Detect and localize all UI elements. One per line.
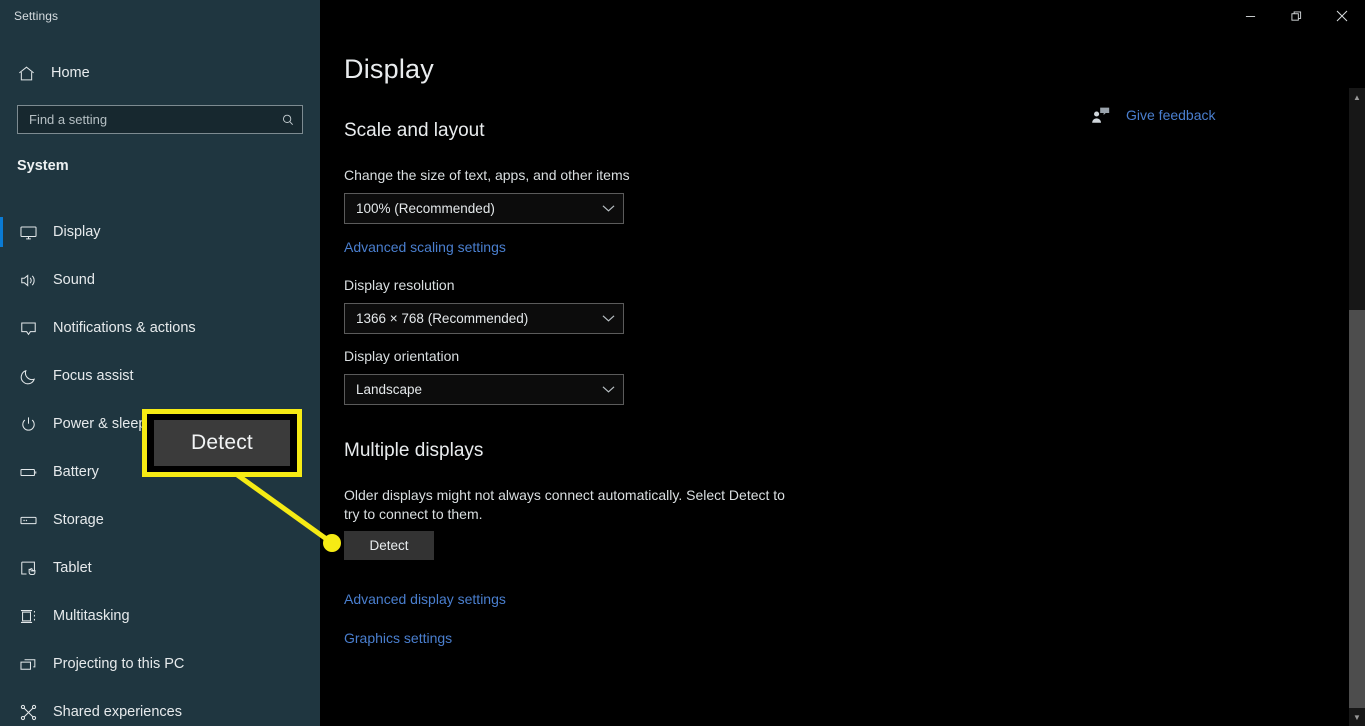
orientation-label: Display orientation xyxy=(344,348,460,364)
battery-icon xyxy=(17,461,39,483)
storage-icon xyxy=(17,509,39,531)
search-input[interactable] xyxy=(18,112,274,127)
callout-inner-button: Detect xyxy=(154,420,290,466)
sidebar-item-focus-assist-label: Focus assist xyxy=(53,368,134,384)
page-title: Display xyxy=(344,54,434,84)
vertical-scrollbar[interactable]: ▲ ▼ xyxy=(1349,88,1365,726)
sidebar-item-shared-experiences-label: Shared experiences xyxy=(53,704,182,720)
multiple-displays-heading: Multiple displays xyxy=(344,440,484,461)
sidebar-item-sound-label: Sound xyxy=(53,272,95,288)
orientation-dropdown-value: Landscape xyxy=(356,382,423,397)
sidebar-item-notifications[interactable]: Notifications & actions xyxy=(0,304,320,352)
sidebar-item-storage-label: Storage xyxy=(53,512,104,528)
sidebar-item-multitasking-label: Multitasking xyxy=(53,608,130,624)
multiple-displays-description: Older displays might not always connect … xyxy=(344,487,785,522)
resolution-dropdown[interactable]: 1366 × 768 (Recommended) xyxy=(344,303,624,334)
notification-icon xyxy=(17,317,39,339)
give-feedback-link[interactable]: Give feedback xyxy=(1090,104,1216,126)
settings-window: Settings Home System xyxy=(0,0,1365,726)
orientation-dropdown[interactable]: Landscape xyxy=(344,374,624,405)
scale-and-layout-heading: Scale and layout xyxy=(344,120,485,141)
give-feedback-label: Give feedback xyxy=(1126,107,1216,123)
scroll-up-arrow[interactable]: ▲ xyxy=(1349,88,1365,106)
sidebar-item-power-sleep-label: Power & sleep xyxy=(53,416,147,432)
sidebar-item-tablet[interactable]: Tablet xyxy=(0,544,320,592)
sidebar: Settings Home System xyxy=(0,0,320,726)
sidebar-item-tablet-label: Tablet xyxy=(53,560,92,576)
sidebar-item-display-label: Display xyxy=(53,224,101,240)
sidebar-item-home-label: Home xyxy=(51,65,90,81)
sidebar-item-projecting-label: Projecting to this PC xyxy=(53,656,185,672)
resolution-label: Display resolution xyxy=(344,277,455,293)
scale-dropdown[interactable]: 100% (Recommended) xyxy=(344,193,624,224)
sidebar-item-battery-label: Battery xyxy=(53,464,99,480)
sidebar-group-label: System xyxy=(17,158,69,174)
callout-highlight-box: Detect xyxy=(142,409,302,477)
window-controls xyxy=(1227,0,1365,32)
scale-dropdown-value: 100% (Recommended) xyxy=(356,201,495,216)
detect-button[interactable]: Detect xyxy=(344,531,434,560)
monitor-icon xyxy=(17,221,39,243)
sidebar-item-display[interactable]: Display xyxy=(0,208,320,256)
projecting-icon xyxy=(17,653,39,675)
speaker-icon xyxy=(17,269,39,291)
moon-icon xyxy=(17,365,39,387)
sidebar-item-storage[interactable]: Storage xyxy=(0,496,320,544)
callout-label: Detect xyxy=(191,431,253,454)
scale-label: Change the size of text, apps, and other… xyxy=(344,167,630,183)
sidebar-item-projecting[interactable]: Projecting to this PC xyxy=(0,640,320,688)
sidebar-item-sound[interactable]: Sound xyxy=(0,256,320,304)
sidebar-item-notifications-label: Notifications & actions xyxy=(53,320,196,336)
chevron-down-icon xyxy=(593,304,623,333)
sidebar-item-shared-experiences[interactable]: Shared experiences xyxy=(0,688,320,726)
graphics-settings-link[interactable]: Graphics settings xyxy=(344,630,452,646)
chevron-down-icon xyxy=(593,375,623,404)
restore-button[interactable] xyxy=(1273,0,1319,32)
close-button[interactable] xyxy=(1319,0,1365,32)
search-icon[interactable] xyxy=(274,106,302,133)
sidebar-item-focus-assist[interactable]: Focus assist xyxy=(0,352,320,400)
power-icon xyxy=(17,413,39,435)
share-icon xyxy=(17,701,39,723)
feedback-person-icon xyxy=(1090,104,1112,126)
search-box[interactable] xyxy=(17,105,303,134)
resolution-dropdown-value: 1366 × 768 (Recommended) xyxy=(356,311,529,326)
sidebar-item-home[interactable]: Home xyxy=(0,58,320,88)
scroll-down-arrow[interactable]: ▼ xyxy=(1349,708,1365,726)
chevron-down-icon xyxy=(593,194,623,223)
advanced-display-settings-link[interactable]: Advanced display settings xyxy=(344,591,506,607)
tablet-icon xyxy=(17,557,39,579)
minimize-button[interactable] xyxy=(1227,0,1273,32)
multitasking-icon xyxy=(17,605,39,627)
window-title: Settings xyxy=(14,9,59,23)
sidebar-item-multitasking[interactable]: Multitasking xyxy=(0,592,320,640)
main-content: Display Give feedback Scale and layout C… xyxy=(320,0,1365,726)
advanced-scaling-settings-link[interactable]: Advanced scaling settings xyxy=(344,239,506,255)
scrollbar-thumb[interactable] xyxy=(1349,310,1365,708)
home-icon xyxy=(17,63,41,83)
